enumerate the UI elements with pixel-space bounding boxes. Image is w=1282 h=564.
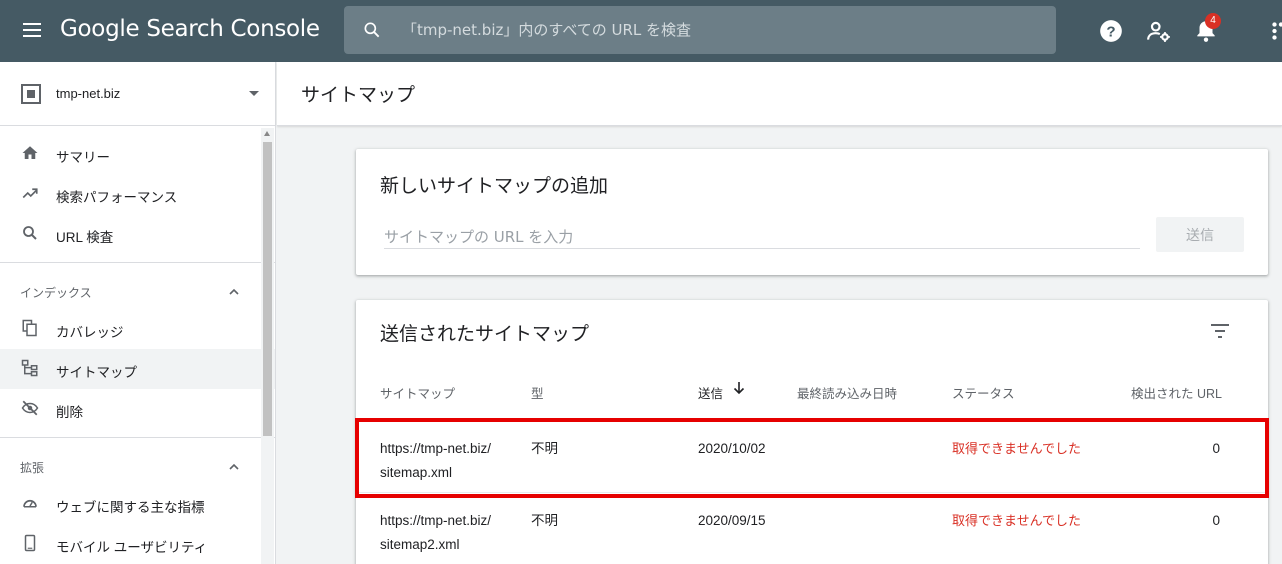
discovered-urls-cell: 0 bbox=[1212, 513, 1220, 528]
help-icon[interactable]: ? bbox=[1098, 18, 1124, 44]
submit-button[interactable]: 送信 bbox=[1156, 217, 1244, 252]
dropdown-caret-icon bbox=[249, 91, 259, 96]
property-selector[interactable]: tmp-net.biz bbox=[0, 62, 275, 126]
smartphone-icon bbox=[24, 534, 36, 552]
sidebar-item-sitemaps[interactable]: サイトマップ bbox=[0, 349, 275, 389]
table-row[interactable]: https://tmp-net.biz/ sitemap2.xml 不明 202… bbox=[356, 492, 1268, 564]
submitted-sitemaps-title: 送信されたサイトマップ bbox=[380, 324, 590, 345]
sidebar-item-coverage[interactable]: カバレッジ bbox=[0, 309, 275, 349]
table-row[interactable]: https://tmp-net.biz/ sitemap.xml 不明 2020… bbox=[356, 420, 1268, 492]
user-settings-icon[interactable] bbox=[1146, 18, 1172, 44]
discovered-urls-cell: 0 bbox=[1212, 441, 1220, 456]
sidebar-item-performance[interactable]: 検索パフォーマンス bbox=[0, 174, 275, 214]
sidebar: tmp-net.biz サマリー 検索パフォーマンス URL 検査 インデックス… bbox=[0, 62, 276, 564]
notification-badge: 4 bbox=[1205, 13, 1221, 29]
svg-text:?: ? bbox=[1106, 23, 1115, 40]
sitemap-url-line1: https://tmp-net.biz/ bbox=[380, 513, 492, 528]
scroll-up-arrow-icon[interactable] bbox=[264, 131, 270, 136]
visibility-off-icon bbox=[21, 400, 39, 416]
filter-icon[interactable] bbox=[1208, 321, 1232, 341]
column-header-type[interactable]: 型 bbox=[531, 383, 544, 402]
property-name: tmp-net.biz bbox=[56, 86, 121, 101]
trending-up-icon bbox=[22, 188, 38, 199]
status-cell: 取得できませんでした bbox=[952, 441, 1081, 456]
sitemap-url-cell: https://tmp-net.biz/ sitemap.xml bbox=[380, 437, 491, 485]
sitemap-url-line2: sitemap.xml bbox=[380, 465, 453, 480]
page-title: サイトマップ bbox=[301, 85, 416, 106]
column-header-status[interactable]: ステータス bbox=[952, 383, 1015, 402]
url-inspection-search[interactable] bbox=[344, 6, 1056, 54]
search-icon bbox=[23, 226, 37, 240]
column-header-discovered-urls[interactable]: 検出された URL bbox=[1131, 383, 1222, 402]
table-header: サイトマップ 型 送信 最終読み込み日時 ステータス 検出された URL bbox=[356, 376, 1268, 406]
sitemap-url-line1: https://tmp-net.biz/ bbox=[380, 441, 492, 456]
sidebar-item-core-web-vitals[interactable]: ウェブに関する主な指標 bbox=[0, 484, 275, 524]
sort-descending-arrow-icon[interactable] bbox=[732, 381, 746, 395]
sitemap-url-input[interactable] bbox=[384, 225, 1140, 249]
sitemap-url-cell: https://tmp-net.biz/ sitemap2.xml bbox=[380, 509, 491, 557]
submitted-date-cell: 2020/10/02 bbox=[698, 441, 766, 456]
speed-icon bbox=[23, 499, 37, 508]
page-header: サイトマップ bbox=[277, 62, 1282, 126]
copy-icon bbox=[22, 319, 37, 337]
submitted-sitemaps-card: 送信されたサイトマップ サイトマップ 型 送信 最終読み込み日時 ステータス 検… bbox=[356, 300, 1268, 564]
property-favicon-icon bbox=[21, 84, 41, 104]
sidebar-scrollbar[interactable] bbox=[261, 128, 274, 564]
column-header-submitted[interactable]: 送信 bbox=[698, 383, 723, 402]
chevron-up-icon bbox=[229, 463, 239, 470]
menu-icon[interactable] bbox=[20, 19, 44, 43]
sitemap-url-line2: sitemap2.xml bbox=[380, 537, 460, 552]
home-icon bbox=[22, 146, 38, 159]
add-sitemap-title: 新しいサイトマップの追加 bbox=[380, 176, 609, 197]
top-bar: Google Search Console ? 4 bbox=[0, 0, 1282, 62]
type-cell: 不明 bbox=[531, 441, 558, 456]
status-cell: 取得できませんでした bbox=[952, 513, 1081, 528]
add-sitemap-card: 新しいサイトマップの追加 送信 bbox=[356, 149, 1268, 275]
index-section: インデックス カバレッジ サイトマップ 削除 bbox=[0, 263, 275, 438]
apps-grid-icon[interactable] bbox=[1268, 18, 1282, 44]
enhancements-section: 拡張 ウェブに関する主な指標 モバイル ユーザビリティ bbox=[0, 438, 275, 564]
column-header-last-read[interactable]: 最終読み込み日時 bbox=[797, 383, 897, 402]
sidebar-item-mobile-usability[interactable]: モバイル ユーザビリティ bbox=[0, 524, 275, 564]
section-header-enhancements[interactable]: 拡張 bbox=[0, 446, 275, 484]
type-cell: 不明 bbox=[531, 513, 558, 528]
sidebar-item-url-inspection[interactable]: URL 検査 bbox=[0, 214, 275, 254]
section-header-index[interactable]: インデックス bbox=[0, 271, 275, 309]
sitemap-icon bbox=[21, 359, 38, 377]
sidebar-item-summary[interactable]: サマリー bbox=[0, 134, 275, 174]
search-input[interactable] bbox=[402, 18, 1022, 42]
column-header-sitemap[interactable]: サイトマップ bbox=[380, 383, 455, 402]
app-logo[interactable]: Google Search Console bbox=[60, 16, 320, 42]
sidebar-item-removals[interactable]: 削除 bbox=[0, 389, 275, 429]
submitted-date-cell: 2020/09/15 bbox=[698, 513, 766, 528]
scrollbar-thumb[interactable] bbox=[263, 142, 272, 436]
search-icon bbox=[364, 22, 380, 38]
chevron-up-icon bbox=[229, 288, 239, 295]
main-nav: サマリー 検索パフォーマンス URL 検査 bbox=[0, 126, 275, 263]
